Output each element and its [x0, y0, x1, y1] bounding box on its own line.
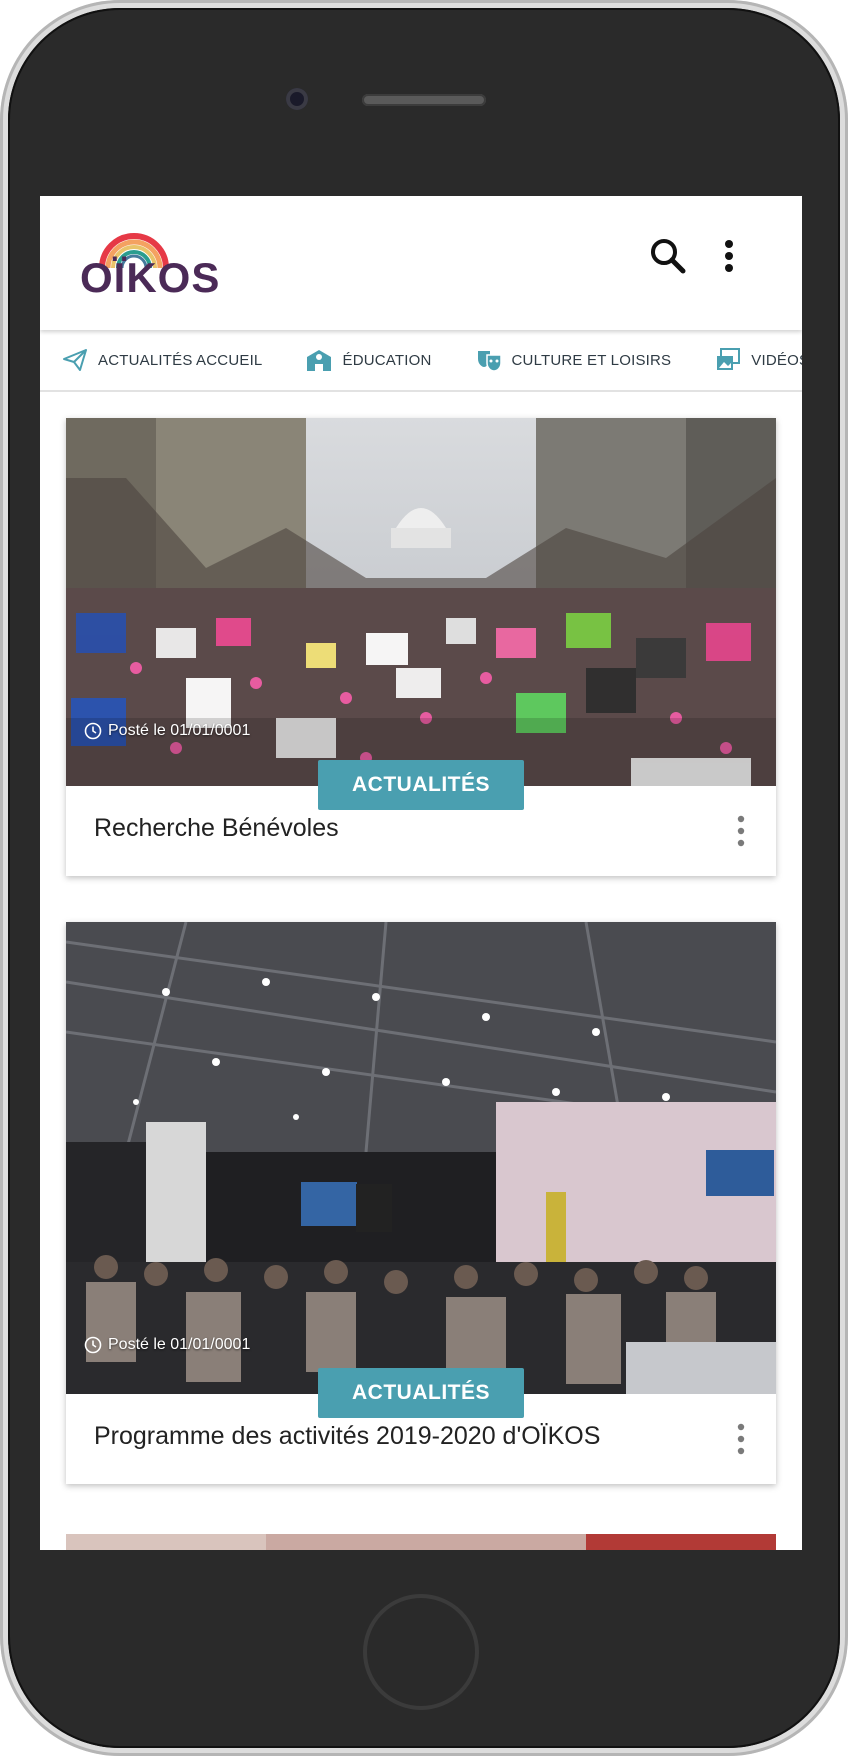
posted-date-text: Posté le 01/01/0001	[108, 722, 251, 739]
posted-date: Posté le 01/01/0001	[84, 722, 250, 740]
theater-masks-icon	[477, 351, 502, 372]
news-card[interactable]: Posté le 01/01/0001 ACTUALITÉS Programme…	[66, 922, 776, 1484]
earpiece-speaker	[362, 94, 486, 106]
news-card-partial[interactable]	[66, 1534, 776, 1550]
category-nav: ACTUALITÉS ACCUEIL ÉDUCATION CULTURE ET …	[40, 330, 802, 392]
nav-label: CULTURE ET LOISIRS	[511, 351, 672, 369]
card-image-event-hall: Posté le 01/01/0001	[66, 922, 776, 1394]
app-bar: OÏKOS	[40, 196, 802, 330]
oikos-logo[interactable]: OÏKOS	[80, 230, 219, 301]
nav-label: VIDÉOS	[751, 351, 802, 369]
clock-icon	[84, 722, 102, 740]
nav-label: ACTUALITÉS ACCUEIL	[98, 351, 263, 369]
search-icon[interactable]	[648, 236, 688, 276]
card-menu-icon[interactable]	[734, 814, 748, 848]
school-icon	[307, 350, 332, 371]
photo-video-icon	[717, 348, 741, 370]
overflow-menu-icon[interactable]	[714, 236, 744, 276]
card-body: Programme des activités 2019-2020 d'OÏKO…	[66, 1394, 776, 1484]
nav-item-actualites[interactable]: ACTUALITÉS ACCUEIL	[40, 330, 284, 390]
logo-text: OÏKOS	[80, 254, 221, 301]
paper-plane-icon	[63, 349, 87, 371]
card-menu-icon[interactable]	[734, 1422, 748, 1456]
news-card[interactable]: Posté le 01/01/0001 ACTUALITÉS Recherche…	[66, 418, 776, 876]
card-image-march: Posté le 01/01/0001	[66, 418, 776, 786]
posted-date-text: Posté le 01/01/0001	[108, 1336, 251, 1353]
nav-item-culture[interactable]: CULTURE ET LOISIRS	[454, 330, 694, 390]
app-screen: OÏKOS ACTUALITÉS ACCUEIL ÉDUCATION CULTU…	[40, 196, 802, 1550]
nav-label: ÉDUCATION	[342, 351, 432, 369]
nav-item-videos[interactable]: VIDÉOS	[693, 330, 802, 390]
card-body: Recherche Bénévoles	[66, 786, 776, 876]
card-title[interactable]: Recherche Bénévoles	[94, 814, 339, 843]
card-title[interactable]: Programme des activités 2019-2020 d'OÏKO…	[94, 1422, 600, 1451]
front-camera	[286, 88, 308, 110]
clock-icon	[84, 1336, 102, 1354]
posted-date: Posté le 01/01/0001	[84, 1336, 250, 1354]
nav-item-education[interactable]: ÉDUCATION	[284, 330, 453, 390]
home-button[interactable]	[363, 1594, 479, 1710]
phone-mockup: OÏKOS ACTUALITÉS ACCUEIL ÉDUCATION CULTU…	[0, 0, 848, 1756]
